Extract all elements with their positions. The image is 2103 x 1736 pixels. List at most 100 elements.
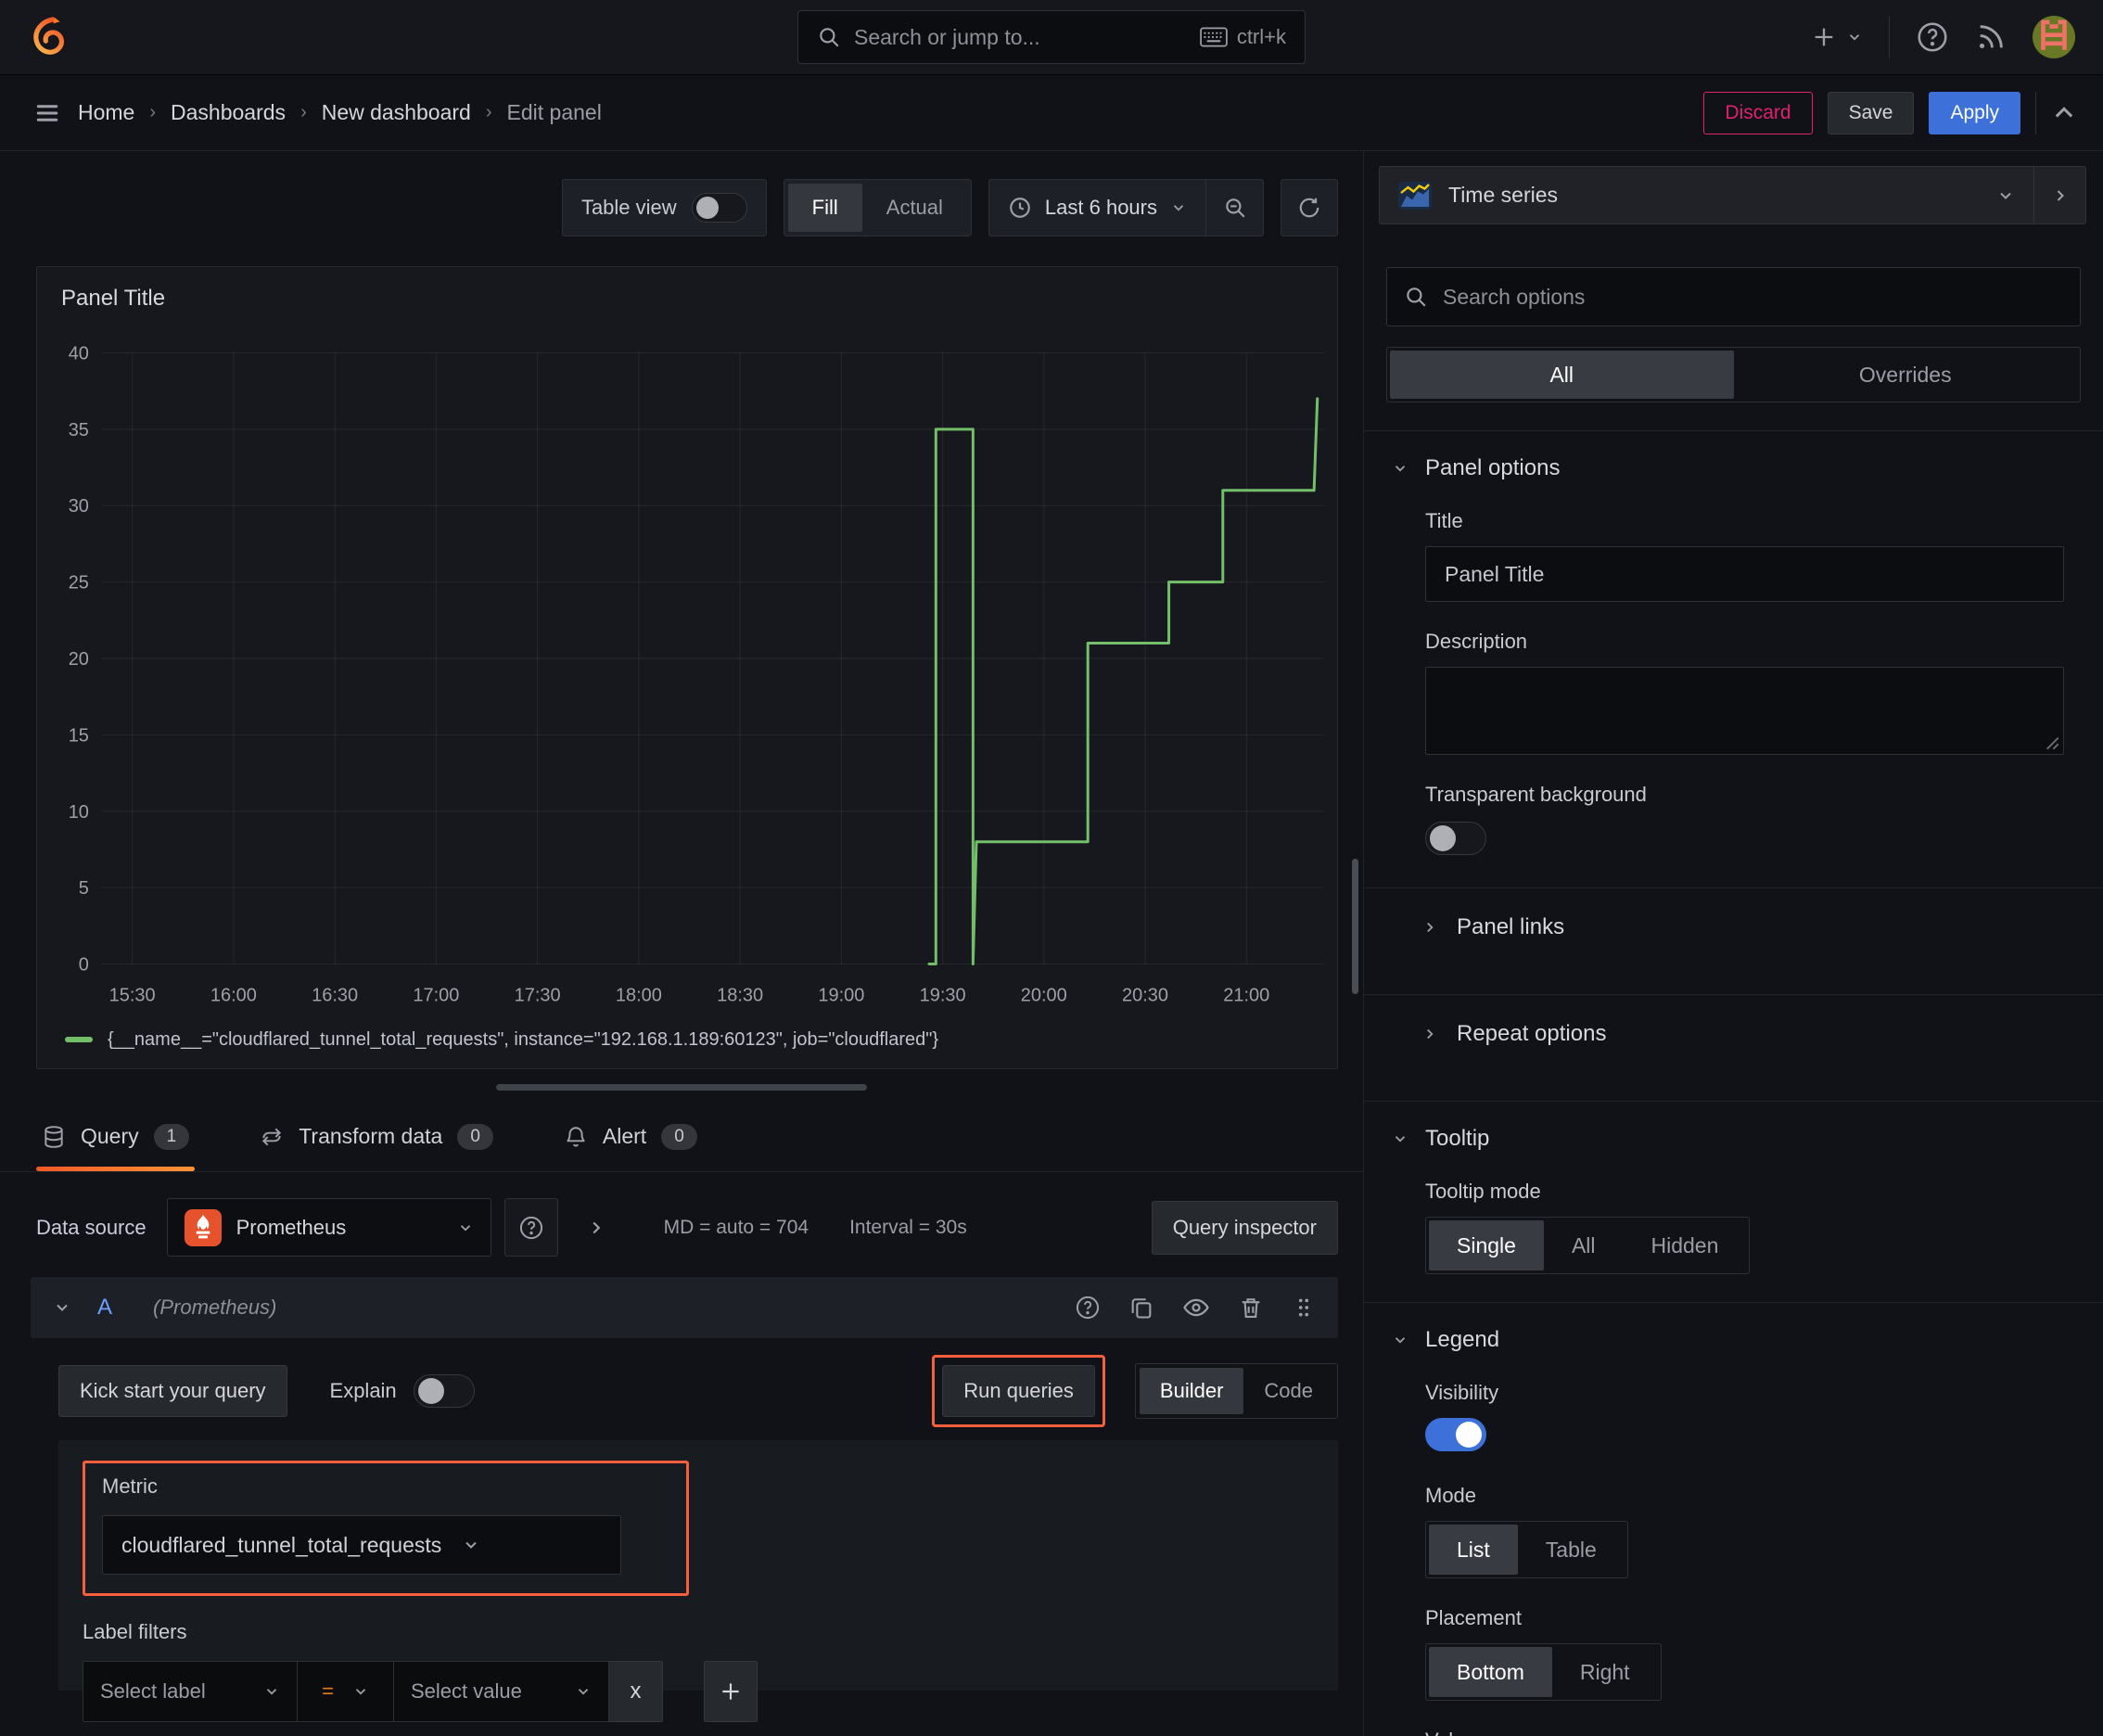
chevron-down-icon (1395, 1136, 1406, 1142)
legend-mode-table[interactable]: Table (1518, 1525, 1625, 1575)
refresh-button[interactable] (1281, 179, 1338, 236)
svg-text:18:00: 18:00 (616, 985, 662, 1005)
table-view-toggle[interactable] (691, 193, 747, 223)
description-textarea[interactable] (1425, 667, 2064, 755)
panel-links-section[interactable]: Panel links (1379, 888, 2086, 966)
breadcrumb-dashboards[interactable]: Dashboards (171, 100, 286, 125)
explain-toggle[interactable] (413, 1374, 475, 1408)
left-pane-scrollbar[interactable] (1352, 859, 1358, 994)
add-filter-button[interactable] (704, 1661, 758, 1722)
drag-grip-icon[interactable] (1292, 1296, 1316, 1320)
actual-option[interactable]: Actual (862, 184, 967, 232)
tooltip-mode-single[interactable]: Single (1429, 1220, 1544, 1270)
global-search-input[interactable]: Search or jump to... ctrl+k (797, 10, 1306, 64)
tab-overrides[interactable]: Overrides (1734, 351, 2078, 399)
bell-icon (567, 1126, 585, 1146)
tooltip-mode-all[interactable]: All (1544, 1220, 1624, 1270)
section-tooltip[interactable]: Tooltip (1379, 1102, 2086, 1152)
metric-select[interactable]: cloudflared_tunnel_total_requests (102, 1515, 621, 1575)
options-filter-tabs: All Overrides (1386, 347, 2081, 402)
breadcrumb-new-dashboard[interactable]: New dashboard (322, 100, 471, 125)
edit-panel-main: Table view Fill Actual Last 6 hours Pane… (0, 151, 1363, 1736)
legend-swatch (65, 1037, 93, 1042)
svg-text:16:30: 16:30 (312, 985, 358, 1005)
metric-highlight: Metric cloudflared_tunnel_total_requests (83, 1461, 689, 1596)
svg-text:20:30: 20:30 (1122, 985, 1168, 1005)
breadcrumb-separator: › (300, 102, 307, 122)
tab-query[interactable]: Query 1 (36, 1102, 196, 1171)
menu-icon[interactable] (33, 99, 61, 127)
section-panel-options[interactable]: Panel options (1379, 431, 2086, 481)
fill-option[interactable]: Fill (787, 184, 862, 232)
chevron-down-icon[interactable] (53, 1298, 71, 1317)
transparent-bg-toggle[interactable] (1425, 822, 1486, 855)
collapse-pane-icon[interactable] (2051, 100, 2077, 126)
user-avatar[interactable] (2033, 16, 2075, 58)
delete-query-icon[interactable] (1238, 1295, 1264, 1321)
options-search[interactable] (1386, 267, 2081, 326)
shortcut-hint: ctrl+k (1236, 25, 1286, 48)
panel-title-input[interactable] (1425, 546, 2064, 602)
discard-button[interactable]: Discard (1703, 91, 1813, 134)
datasource-help-button[interactable] (503, 1198, 558, 1257)
chevron-down-icon (1173, 205, 1184, 211)
run-queries-highlight: Run queries (932, 1355, 1105, 1427)
duplicate-query-icon[interactable] (1128, 1295, 1154, 1321)
time-range-control: Last 6 hours (988, 179, 1264, 236)
table-view-label: Table view (580, 196, 677, 219)
svg-text:20: 20 (69, 649, 89, 670)
query-row-header[interactable]: A (Prometheus) (31, 1277, 1338, 1338)
news-rss-icon[interactable] (1975, 21, 2007, 53)
repeat-options-section[interactable]: Repeat options (1379, 995, 2086, 1073)
section-legend[interactable]: Legend (1379, 1303, 2086, 1353)
svg-text:21:00: 21:00 (1223, 985, 1269, 1005)
legend-visibility-toggle[interactable] (1425, 1418, 1486, 1451)
builder-option[interactable]: Builder (1139, 1368, 1244, 1414)
legend-placement-right[interactable]: Right (1552, 1647, 1658, 1697)
tab-all[interactable]: All (1390, 351, 1734, 399)
chevron-down-icon (1849, 34, 1860, 41)
kickstart-query-button[interactable]: Kick start your query (58, 1365, 287, 1417)
tab-transform[interactable]: Transform data 0 (254, 1102, 499, 1171)
toggle-visibility-icon[interactable] (1182, 1294, 1210, 1321)
expand-options-icon[interactable] (586, 1218, 606, 1238)
help-icon[interactable] (1916, 20, 1949, 54)
apply-button[interactable]: Apply (1929, 91, 2020, 134)
save-button[interactable]: Save (1827, 91, 1915, 134)
datasource-picker[interactable]: Prometheus (166, 1198, 491, 1257)
chart-svg[interactable]: 0 5 10 15 20 25 30 35 40 15:30 16:00 16:30 17:00 17:3… (37, 312, 1337, 1020)
code-option[interactable]: Code (1243, 1368, 1333, 1414)
tab-alert[interactable]: Alert 0 (558, 1102, 703, 1171)
remove-filter-button[interactable]: x (609, 1661, 663, 1722)
tooltip-mode-hidden[interactable]: Hidden (1624, 1220, 1747, 1270)
viz-suggestions-button[interactable] (2034, 166, 2086, 224)
select-value-dropdown[interactable]: Select value (394, 1661, 609, 1722)
chevron-down-icon (465, 1541, 477, 1549)
select-label-dropdown[interactable]: Select label (83, 1661, 298, 1722)
query-ref-id: A (97, 1295, 113, 1320)
splitter-drag-handle[interactable] (496, 1084, 867, 1091)
database-icon (45, 1125, 63, 1148)
query-help-icon[interactable] (1075, 1295, 1101, 1321)
options-search-input[interactable] (1443, 284, 2063, 310)
resize-handle-icon[interactable] (2045, 735, 2059, 750)
query-count-badge: 1 (153, 1123, 190, 1150)
label-filter-row: Select label = Select value x (83, 1661, 1314, 1722)
chevron-down-icon (2000, 192, 2011, 199)
legend-values-label: Values (1425, 1729, 2064, 1736)
tab-alert-label: Alert (602, 1124, 647, 1148)
operator-dropdown[interactable]: = (298, 1661, 394, 1722)
grafana-logo-icon[interactable] (28, 15, 72, 59)
run-queries-button[interactable]: Run queries (942, 1365, 1095, 1417)
time-range-picker[interactable]: Last 6 hours (989, 196, 1205, 220)
breadcrumb-home[interactable]: Home (78, 100, 134, 125)
prometheus-icon (184, 1208, 222, 1246)
legend-series-label[interactable]: {__name__="cloudflared_tunnel_total_requ… (108, 1029, 938, 1051)
search-icon (1407, 287, 1426, 307)
zoom-out-button[interactable] (1205, 180, 1263, 236)
legend-mode-list[interactable]: List (1429, 1525, 1518, 1575)
legend-placement-bottom[interactable]: Bottom (1429, 1647, 1552, 1697)
new-menu-button[interactable] (1811, 24, 1863, 50)
query-inspector-button[interactable]: Query inspector (1151, 1200, 1338, 1255)
visualization-picker[interactable]: Time series (1379, 166, 2034, 224)
